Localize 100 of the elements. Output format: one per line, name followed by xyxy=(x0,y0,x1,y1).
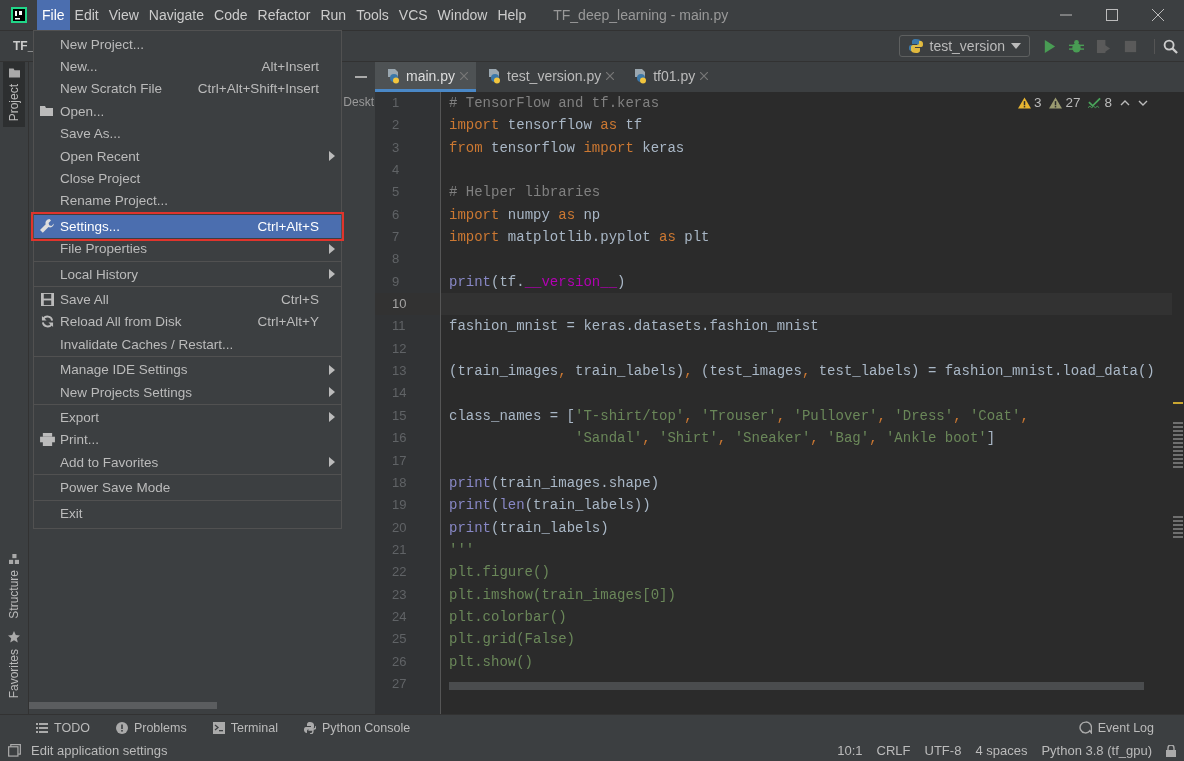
close-icon[interactable] xyxy=(1152,9,1164,21)
menu-item[interactable]: Reload All from Disk Ctrl+Alt+Y xyxy=(34,310,341,334)
editor-tab[interactable]: tf01.py xyxy=(622,62,717,92)
check-icon xyxy=(1088,96,1102,109)
warning-icon xyxy=(1017,96,1031,109)
code-line: ''' xyxy=(449,540,475,560)
menu-item[interactable]: Save As... xyxy=(34,122,341,145)
menu-bar-item[interactable]: Help xyxy=(492,0,532,30)
code-line: print(tf.__version__) xyxy=(449,272,626,292)
status-message: Edit application settings xyxy=(31,743,168,758)
tool-window-tab[interactable]: Structure xyxy=(3,547,25,625)
folder-icon xyxy=(40,105,54,118)
lock-icon[interactable] xyxy=(1166,744,1176,757)
menu-bar-item[interactable]: Navigate xyxy=(143,0,210,30)
python-icon xyxy=(907,38,924,54)
next-icon[interactable] xyxy=(1138,99,1148,106)
python-file-icon xyxy=(632,67,649,84)
code-line: print(train_labels) xyxy=(449,518,609,538)
project-tree-item[interactable]: Deskt xyxy=(343,95,374,111)
menu-bar-item[interactable]: File xyxy=(37,0,70,30)
menu-item[interactable]: Exit xyxy=(34,501,341,525)
menu-item[interactable]: Open... xyxy=(34,100,341,123)
menu-item[interactable]: Open Recent xyxy=(34,144,341,168)
wrench-icon xyxy=(40,219,54,234)
status-item[interactable]: 4 spaces xyxy=(975,743,1028,758)
status-item[interactable]: UTF-8 xyxy=(924,743,962,758)
menu-bar-item[interactable]: Code xyxy=(209,0,253,30)
scrollbar-thumb[interactable] xyxy=(449,682,1144,690)
code-line: from tensorflow import keras xyxy=(449,138,685,158)
code-line: class_names = ['T-shirt/top', 'Trouser', 'Pullover', 'Dress', 'Coat', xyxy=(449,406,1029,426)
previous-icon[interactable] xyxy=(1120,99,1130,106)
run-configuration-dropdown[interactable]: test_version xyxy=(898,35,1030,57)
menu-item[interactable]: New Projects Settings xyxy=(34,380,341,404)
code-line: # Helper libraries xyxy=(449,183,601,203)
code-line: plt.figure() xyxy=(449,563,550,583)
maximize-icon[interactable] xyxy=(1106,9,1118,21)
tool-window-tab[interactable]: Favorites xyxy=(3,624,25,704)
caret-icon xyxy=(1011,43,1021,49)
python-file-icon xyxy=(486,67,503,84)
menu-bar-item[interactable]: VCS xyxy=(393,0,433,30)
scrollbar-thumb[interactable] xyxy=(29,702,217,709)
search-icon[interactable] xyxy=(1154,38,1178,54)
editor-tab[interactable]: main.py xyxy=(375,62,477,92)
tool-window-button[interactable]: Terminal xyxy=(212,720,278,735)
menu-bar-item[interactable]: Edit xyxy=(69,0,104,30)
tool-window-button[interactable]: Problems xyxy=(115,720,187,735)
menu-item[interactable]: Save All Ctrl+S xyxy=(34,288,341,311)
menu-item[interactable]: Print... xyxy=(34,428,341,452)
menu-item[interactable]: Power Save Mode xyxy=(34,476,341,499)
reload-icon xyxy=(40,315,54,329)
tool-windows-icon[interactable] xyxy=(8,744,21,757)
editor-tab[interactable]: test_version.py xyxy=(476,62,623,92)
tool-window-button[interactable]: Python Console xyxy=(303,720,411,735)
inspection-count[interactable]: 8 xyxy=(1088,95,1112,110)
warning-icon xyxy=(1049,96,1063,109)
menu-item[interactable]: Local History xyxy=(34,262,341,286)
project-name[interactable]: TF_ xyxy=(13,39,35,53)
close-icon[interactable] xyxy=(700,71,709,80)
speech-bubble-icon xyxy=(1078,721,1092,734)
bug-icon[interactable] xyxy=(1069,38,1084,54)
status-item[interactable]: 10:1 xyxy=(837,743,863,758)
menu-bar-item[interactable]: Run xyxy=(315,0,352,30)
folder-icon xyxy=(8,68,20,78)
status-item[interactable]: CRLF xyxy=(876,743,911,758)
code-line: plt.grid(False) xyxy=(449,630,576,650)
menu-item[interactable]: Settings... Ctrl+Alt+S xyxy=(34,215,341,238)
inspection-count[interactable]: 3 xyxy=(1017,95,1042,110)
terminal-icon xyxy=(212,721,225,734)
tool-window-tab[interactable]: Project xyxy=(3,62,25,128)
code-line: 'Sandal', 'Shirt', 'Sneaker', 'Bag', 'Ankle boot'] xyxy=(574,429,996,449)
code-line: import numpy as np xyxy=(449,205,601,225)
menu-item[interactable]: New Scratch File Ctrl+Alt+Shift+Insert xyxy=(34,77,341,101)
menu-bar-item[interactable]: View xyxy=(103,0,144,30)
menu-item[interactable]: Close Project xyxy=(34,167,341,190)
inspection-count[interactable]: 27 xyxy=(1049,95,1081,110)
code-line: plt.colorbar() xyxy=(449,607,567,627)
menu-item[interactable]: Invalidate Caches / Restart... xyxy=(34,333,341,356)
window-title: TF_deep_learning - main.py xyxy=(553,7,729,23)
menu-bar-item[interactable]: Window xyxy=(432,0,493,30)
status-item[interactable]: Python 3.8 (tf_gpu) xyxy=(1041,743,1152,758)
python-file-icon xyxy=(385,67,401,84)
menu-item[interactable]: File Properties xyxy=(34,237,341,260)
code-line: plt.show() xyxy=(449,652,533,672)
star-icon xyxy=(8,630,20,643)
menu-item[interactable]: Rename Project... xyxy=(34,189,341,213)
menu-item[interactable]: Add to Favorites xyxy=(34,451,341,474)
event-log-button[interactable]: Event Log xyxy=(1078,720,1154,735)
app-logo-icon xyxy=(11,7,27,23)
code-line: fashion_mnist = keras.datasets.fashion_mnist xyxy=(449,317,819,337)
menu-bar-item[interactable]: Tools xyxy=(351,0,394,30)
menu-item[interactable]: New... Alt+Insert xyxy=(34,55,341,78)
run-icon[interactable] xyxy=(1042,38,1057,54)
menu-item[interactable]: Manage IDE Settings xyxy=(34,358,341,381)
alert-icon xyxy=(115,721,128,734)
menu-item[interactable]: Export xyxy=(34,406,341,429)
code-line: import matplotlib.pyplot as plt xyxy=(449,228,710,248)
tool-window-button[interactable]: TODO xyxy=(36,720,90,735)
close-icon[interactable] xyxy=(606,71,615,80)
menu-item[interactable]: New Project... xyxy=(34,33,341,56)
menu-bar-item[interactable]: Refactor xyxy=(252,0,316,30)
